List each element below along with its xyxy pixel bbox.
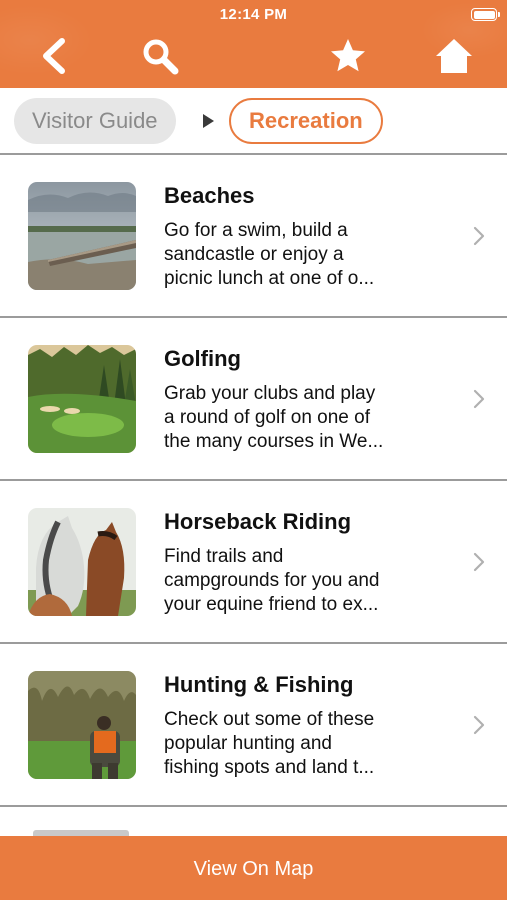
list-item-hunting-fishing[interactable]: Hunting & Fishing Check out some of thes… [0,644,507,807]
home-button[interactable] [434,36,474,76]
hunting-thumbnail [28,671,136,779]
item-title: Beaches [164,183,255,208]
breadcrumb: Visitor Guide Recreation [0,88,507,155]
list-item-beaches[interactable]: Beaches Go for a swim, build a sandcastl… [0,155,507,318]
breadcrumb-separator-icon [203,114,214,128]
star-icon [331,39,365,72]
item-description: Go for a swim, build a sandcastle or enj… [164,220,375,289]
back-button[interactable] [36,36,76,76]
item-title: Golfing [164,346,241,371]
item-title: Horseback Riding [164,509,352,534]
beach-thumbnail [28,182,136,290]
back-chevron-icon [43,38,65,74]
view-on-map-button[interactable]: View On Map [0,836,507,900]
search-button[interactable] [140,36,180,76]
favorites-button[interactable] [328,36,368,76]
home-icon [436,39,472,73]
golf-thumbnail [28,345,136,453]
item-description: Check out some of these popular hunting … [164,709,375,778]
chevron-right-icon [473,552,485,572]
chevron-right-icon [473,715,485,735]
breadcrumb-visitor-guide[interactable]: Visitor Guide [14,98,176,144]
recreation-list: Beaches Go for a swim, build a sandcastl… [0,155,507,807]
status-bar: 12:14 PM [0,0,507,30]
search-icon [143,39,179,75]
battery-icon [471,8,500,21]
list-item-horseback-riding[interactable]: Horseback Riding Find trails and campgro… [0,481,507,644]
top-app-bar: 12:14 PM [0,0,507,88]
status-time: 12:14 PM [219,6,288,23]
chevron-right-icon [473,226,485,246]
item-description: Find trails and campgrounds for you and … [164,546,380,615]
horses-thumbnail [28,508,136,616]
item-title: Hunting & Fishing [164,672,354,697]
breadcrumb-recreation[interactable]: Recreation [229,98,383,144]
list-item-golfing[interactable]: Golfing Grab your clubs and play a round… [0,318,507,481]
chevron-right-icon [473,389,485,409]
item-description: Grab your clubs and play a round of golf… [164,383,384,452]
